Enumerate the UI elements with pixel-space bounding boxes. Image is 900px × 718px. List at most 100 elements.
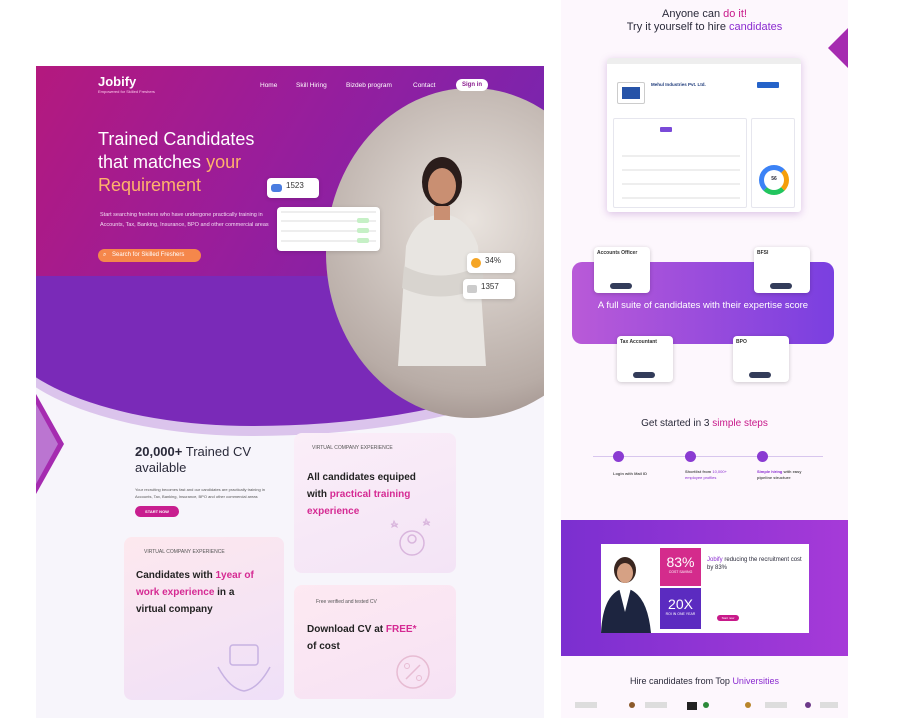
- nav-home[interactable]: Home: [260, 82, 277, 89]
- cost-saving-stat: 83% COST SAVING: [660, 548, 701, 586]
- stat-20x-label: ROI IN ONE YEAR: [665, 612, 696, 616]
- explore-button[interactable]: [633, 372, 655, 378]
- stat3-value: 1357: [481, 282, 499, 291]
- right-headline: Anyone can do it! Try it yourself to hir…: [561, 8, 848, 34]
- card2-highlight2: work experience: [136, 587, 215, 598]
- nav-bizdeb-program[interactable]: Bizdeb program: [346, 82, 392, 89]
- card3-highlight: FREE*: [385, 624, 417, 635]
- stat-card-percent: 34%: [467, 253, 515, 273]
- hero-title: Trained Candidates that matches your Req…: [98, 128, 288, 197]
- post-job-button[interactable]: [757, 82, 779, 88]
- explore-button[interactable]: [749, 372, 771, 378]
- category-card-accounts[interactable]: Accounts Officer: [594, 247, 650, 293]
- stat-83-label: COST SAVING: [668, 570, 693, 574]
- landing-page-right: Anyone can do it! Try it yourself to hir…: [561, 0, 848, 718]
- promo-brand: Jobify: [707, 557, 723, 563]
- donut-value: 56: [771, 176, 777, 182]
- steps-heading: Get started in 3 simple steps: [561, 418, 848, 429]
- card2-highlight: 1year of: [215, 570, 254, 581]
- login-icon: [613, 451, 624, 462]
- band-text: A full suite of candidates with their ex…: [597, 300, 809, 311]
- roi-stat: 20X ROI IN ONE YEAR: [660, 588, 701, 629]
- step3-highlight: Simple hiring: [757, 469, 783, 474]
- search-button-label: Search for Skilled Freshers: [112, 252, 185, 258]
- candidate-photo: [398, 157, 486, 366]
- explore-button[interactable]: [770, 283, 792, 289]
- steps-line: [593, 456, 823, 457]
- stars-user-icon: [390, 517, 431, 556]
- stat1-value: 1523: [286, 181, 304, 190]
- steps-title-a: Get started in 3: [641, 418, 713, 429]
- top-nav: Jobify Empowered for Skilled Freshers Ho…: [36, 66, 544, 102]
- trained-cv-line2: available: [135, 460, 187, 475]
- nav-contact[interactable]: Contact: [413, 82, 435, 89]
- feature-card-free-cv: Free verified and tested CV Download CV …: [294, 585, 456, 699]
- hiring-icon: [757, 451, 768, 462]
- card3-text: Download CV at: [307, 624, 386, 635]
- category-title: Accounts Officer: [597, 250, 638, 256]
- card1-highlight2: experience: [307, 506, 360, 517]
- stat-card-candidates: 1523: [267, 178, 319, 198]
- company-name: Mehul Industries Pvt. Ltd.: [651, 82, 706, 87]
- decor-chevron-right: [828, 28, 848, 68]
- category-title: Tax Accountant: [620, 339, 657, 345]
- card1-tag: VIRTUAL COMPANY EXPERIENCE: [312, 445, 393, 451]
- trained-cv-count: 20,000+: [135, 444, 183, 459]
- card1-highlight: practical training: [329, 489, 411, 500]
- page: Jobify Empowered for Skilled Freshers Ho…: [0, 0, 900, 718]
- promo-section: 83% COST SAVING 20X ROI IN ONE YEAR Jobi…: [561, 520, 848, 656]
- users-icon: [271, 184, 282, 192]
- step-1: Login with Mail ID: [613, 471, 673, 477]
- headline-c: Try it yourself to hire: [626, 21, 730, 33]
- explore-button[interactable]: [610, 283, 632, 289]
- start-now-promo-button[interactable]: Start now: [717, 615, 739, 621]
- mail-icon: [467, 285, 477, 293]
- hero-title-line2: that matches: [98, 152, 207, 172]
- card1-text: All candidates equiped: [307, 472, 416, 483]
- card2-tag: VIRTUAL COMPANY EXPERIENCE: [144, 549, 225, 555]
- stat-card-profiles: 1357: [463, 279, 515, 299]
- category-card-tax[interactable]: Tax Accountant: [617, 336, 673, 382]
- university-logos: [575, 700, 838, 710]
- sign-in-button[interactable]: Sign in: [456, 79, 488, 91]
- category-card-bfsi[interactable]: BFSI: [754, 247, 810, 293]
- feature-card-training: VIRTUAL COMPANY EXPERIENCE All candidate…: [294, 433, 456, 573]
- dashboard-screenshot: Mehul Industries Pvt. Ltd. 56: [607, 58, 801, 212]
- hero-title-line3: Requirement: [98, 175, 202, 195]
- candidate-list-card: [277, 207, 380, 251]
- step-2: Shortlist from 10,000+ employee profiles: [685, 469, 745, 481]
- decor-chevron: [36, 394, 64, 494]
- nav-skill-hiring[interactable]: Skill Hiring: [296, 82, 327, 89]
- search-freshers-button[interactable]: ⌕ Search for Skilled Freshers: [98, 249, 201, 262]
- steps-title-b: simple steps: [712, 418, 768, 429]
- step-3: Simple hiring with easy pipeline structu…: [757, 469, 817, 481]
- stat2-value: 34%: [485, 256, 502, 265]
- promo-text: Jobify reducing the recruitment cost by …: [707, 556, 805, 572]
- brand-name: Jobify: [98, 74, 137, 89]
- percent-badge-icon: [396, 655, 430, 689]
- headline-b: do it!: [723, 8, 747, 20]
- card1-text-b: with: [307, 489, 330, 500]
- jobify-logo[interactable]: Jobify Empowered for Skilled Freshers: [98, 74, 155, 94]
- trained-cv-label: Trained CV: [182, 444, 252, 459]
- category-title: BPO: [736, 339, 747, 345]
- search-icon: ⌕: [103, 252, 107, 258]
- shortlist-icon: [685, 451, 696, 462]
- candidate-table: [613, 118, 747, 208]
- universities-heading: Hire candidates from Top Universities: [561, 676, 848, 686]
- start-now-button[interactable]: START NOW: [135, 506, 179, 517]
- promo-card: 83% COST SAVING 20X ROI IN ONE YEAR Jobi…: [601, 544, 809, 633]
- company-logo: [617, 82, 645, 104]
- professional-photo: [601, 557, 651, 633]
- briefcase-hands-icon: [217, 644, 271, 692]
- step1-text: Login with Mail ID: [613, 471, 647, 476]
- brand-tagline: Empowered for Skilled Freshers: [98, 89, 155, 94]
- hero-title-line1: Trained Candidates: [98, 129, 255, 149]
- card2-text-b: in a: [214, 587, 235, 598]
- hero-subtitle: Start searching freshers who have underg…: [100, 212, 269, 228]
- category-card-bpo[interactable]: BPO: [733, 336, 789, 382]
- headline-a: Anyone can: [661, 8, 724, 20]
- badge-icon: [471, 258, 481, 268]
- trained-cv-subtitle: Your recruiting becomes fast and our can…: [135, 487, 265, 499]
- trained-cv-heading: 20,000+ Trained CV available: [135, 444, 295, 476]
